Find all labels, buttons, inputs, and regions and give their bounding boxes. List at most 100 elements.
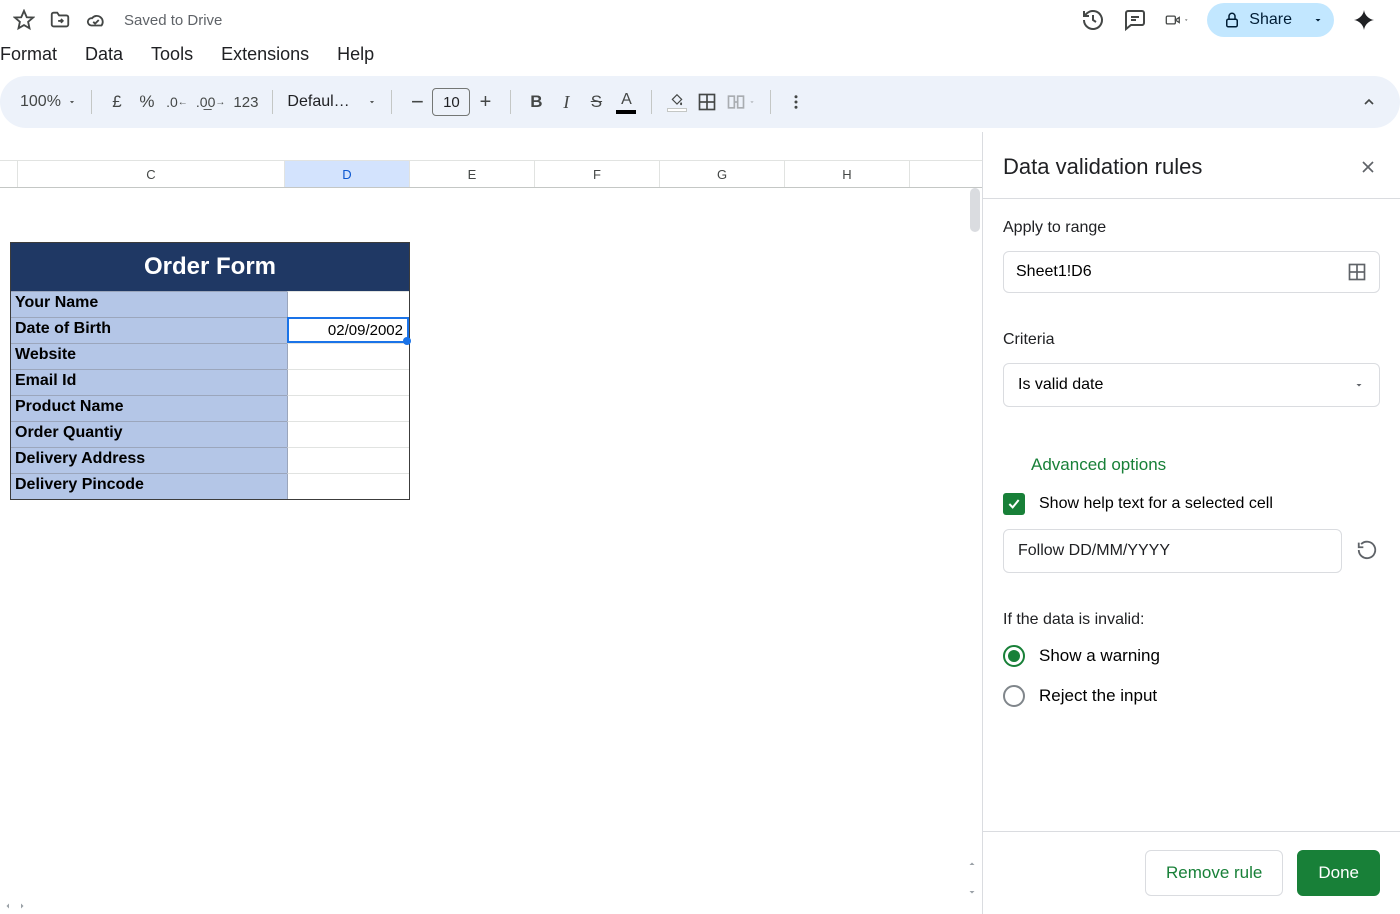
lock-icon <box>1223 11 1241 29</box>
order-form-title: Order Form <box>11 243 409 291</box>
table-row: Email Id <box>11 369 409 395</box>
gemini-spark-icon[interactable] <box>1352 8 1376 32</box>
merge-cells-button[interactable] <box>722 84 760 120</box>
menu-help[interactable]: Help <box>337 44 374 65</box>
menu-format[interactable]: Format <box>0 44 57 65</box>
table-row: Your Name <box>11 291 409 317</box>
spreadsheet-grid[interactable]: C D E F G H Order Form Your Name Date of… <box>0 132 982 914</box>
form-label: Product Name <box>11 395 287 421</box>
table-row: Delivery Pincode <box>11 473 409 499</box>
table-row: Date of Birth02/09/2002 <box>11 317 409 343</box>
borders-button[interactable] <box>692 84 722 120</box>
select-range-icon[interactable] <box>1347 262 1367 282</box>
borders-icon <box>697 92 717 112</box>
table-row: Product Name <box>11 395 409 421</box>
form-value-cell[interactable] <box>287 473 409 499</box>
collapse-toolbar-button[interactable] <box>1354 84 1384 120</box>
move-folder-icon[interactable] <box>48 8 72 32</box>
save-status-text: Saved to Drive <box>124 12 222 29</box>
form-label: Delivery Pincode <box>11 473 287 499</box>
form-value-cell[interactable] <box>287 343 409 369</box>
menu-tools[interactable]: Tools <box>151 44 193 65</box>
increase-decimal-button[interactable]: .0̲0→ <box>192 84 229 120</box>
form-value-cell-selected[interactable]: 02/09/2002 <box>287 317 409 343</box>
star-outline-icon[interactable] <box>12 8 36 32</box>
merge-icon <box>726 92 746 112</box>
help-text-input[interactable]: Follow DD/MM/YYYY <box>1003 529 1342 573</box>
radio-reject-input-label: Reject the input <box>1039 686 1157 706</box>
share-dropdown[interactable] <box>1308 6 1334 34</box>
vertical-scrollbar-thumb[interactable] <box>970 188 980 232</box>
currency-button[interactable]: £ <box>102 84 132 120</box>
apply-range-input[interactable] <box>1016 263 1347 281</box>
form-value-cell[interactable] <box>287 421 409 447</box>
apply-range-label: Apply to range <box>1003 219 1380 237</box>
form-label: Date of Birth <box>11 317 287 343</box>
number-format-button[interactable]: 123 <box>229 84 262 120</box>
strikethrough-button[interactable]: S <box>581 84 611 120</box>
form-label: Order Quantiy <box>11 421 287 447</box>
form-label: Email Id <box>11 369 287 395</box>
form-label: Website <box>11 343 287 369</box>
table-row: Website <box>11 343 409 369</box>
text-color-button[interactable]: A <box>611 84 641 120</box>
menu-extensions[interactable]: Extensions <box>221 44 309 65</box>
vertical-scroll-arrows[interactable] <box>962 858 982 898</box>
col-header-f[interactable]: F <box>535 161 660 187</box>
data-validation-panel: Data validation rules Apply to range Cri… <box>982 132 1400 914</box>
comment-icon[interactable] <box>1123 8 1147 32</box>
font-family-select[interactable]: Defaul… <box>283 84 381 120</box>
reset-help-text-icon[interactable] <box>1356 539 1380 563</box>
chevron-down-icon <box>1353 379 1365 391</box>
font-size-input[interactable]: 10 <box>432 88 470 116</box>
form-value-cell[interactable] <box>287 369 409 395</box>
fill-icon <box>668 93 686 107</box>
radio-show-warning[interactable] <box>1003 645 1025 667</box>
panel-title: Data validation rules <box>1003 154 1202 180</box>
advanced-options-toggle[interactable]: Advanced options <box>1003 445 1380 479</box>
col-header-c[interactable]: C <box>18 161 285 187</box>
col-header-d[interactable]: D <box>285 161 410 187</box>
table-row: Delivery Address <box>11 447 409 473</box>
font-size-increase[interactable]: + <box>470 84 500 120</box>
col-header-h[interactable]: H <box>785 161 910 187</box>
bold-button[interactable]: B <box>521 84 551 120</box>
form-label: Delivery Address <box>11 447 287 473</box>
remove-rule-button[interactable]: Remove rule <box>1145 850 1283 896</box>
col-header-g[interactable]: G <box>660 161 785 187</box>
done-button[interactable]: Done <box>1297 850 1380 896</box>
apply-range-input-row <box>1003 251 1380 293</box>
column-headers: C D E F G H <box>0 160 982 188</box>
close-icon[interactable] <box>1356 155 1380 179</box>
zoom-select[interactable]: 100% <box>16 84 81 120</box>
italic-button[interactable]: I <box>551 84 581 120</box>
toolbar: 100% £ % .0← .0̲0→ 123 Defaul… − 10 + B … <box>0 76 1400 128</box>
criteria-label: Criteria <box>1003 331 1380 349</box>
form-label: Your Name <box>11 291 287 317</box>
decrease-decimal-button[interactable]: .0← <box>162 84 192 120</box>
chevron-down-icon <box>67 97 77 107</box>
font-size-decrease[interactable]: − <box>402 84 432 120</box>
form-value-cell[interactable] <box>287 395 409 421</box>
cloud-done-icon[interactable] <box>84 8 108 32</box>
help-text-checkbox-label: Show help text for a selected cell <box>1039 495 1273 513</box>
form-value-cell[interactable] <box>287 447 409 473</box>
share-label: Share <box>1249 11 1292 29</box>
criteria-select[interactable]: Is valid date <box>1003 363 1380 407</box>
col-header-b[interactable] <box>0 161 18 187</box>
menu-data[interactable]: Data <box>85 44 123 65</box>
share-button[interactable]: Share <box>1207 3 1334 37</box>
meet-icon[interactable] <box>1165 8 1189 32</box>
form-value-cell[interactable] <box>287 291 409 317</box>
help-text-checkbox[interactable] <box>1003 493 1025 515</box>
table-row: Order Quantiy <box>11 421 409 447</box>
horizontal-scroll-arrows[interactable] <box>0 898 28 914</box>
chevron-up-icon <box>1361 94 1377 110</box>
percent-button[interactable]: % <box>132 84 162 120</box>
fill-color-button[interactable] <box>662 84 692 120</box>
more-toolbar-button[interactable] <box>781 84 811 120</box>
radio-reject-input[interactable] <box>1003 685 1025 707</box>
chevron-down-icon <box>367 97 377 107</box>
col-header-e[interactable]: E <box>410 161 535 187</box>
history-icon[interactable] <box>1081 8 1105 32</box>
